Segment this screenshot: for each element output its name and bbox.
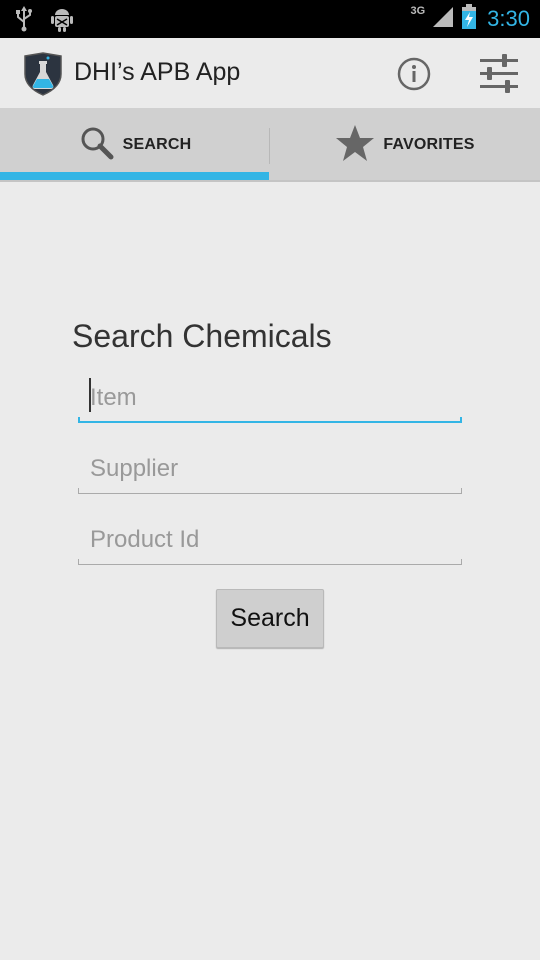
product-id-field-container bbox=[78, 515, 462, 565]
product-id-input[interactable] bbox=[78, 515, 462, 565]
app-title: DHI’s APB App bbox=[74, 58, 241, 86]
selected-tab-indicator bbox=[0, 172, 269, 180]
supplier-input[interactable] bbox=[78, 444, 462, 494]
signal-icon bbox=[431, 5, 455, 34]
star-icon bbox=[335, 123, 375, 168]
network-type-label: 3G bbox=[410, 5, 426, 17]
tab-favorites[interactable]: FAVORITES bbox=[270, 108, 540, 182]
action-bar: DHI’s APB App bbox=[0, 38, 540, 108]
tab-bar: SEARCH FAVORITES bbox=[0, 108, 540, 182]
battery-charging-icon bbox=[461, 3, 477, 35]
search-icon bbox=[79, 125, 115, 166]
usb-icon bbox=[14, 6, 34, 37]
form-title: Search Chemicals bbox=[72, 318, 332, 354]
info-button[interactable] bbox=[392, 56, 436, 92]
item-input[interactable] bbox=[78, 373, 462, 423]
tab-favorites-label: FAVORITES bbox=[383, 136, 475, 153]
info-icon bbox=[392, 57, 436, 96]
settings-sliders-icon bbox=[474, 54, 522, 100]
supplier-input-underline bbox=[78, 488, 462, 494]
search-button[interactable]: Search bbox=[216, 589, 324, 648]
item-input-underline bbox=[78, 417, 462, 423]
item-field-container bbox=[78, 373, 462, 423]
android-debug-icon bbox=[50, 6, 74, 37]
text-cursor bbox=[89, 378, 91, 412]
supplier-field-container bbox=[78, 444, 462, 494]
clock: 3:30 bbox=[487, 6, 530, 31]
shield-flask-icon bbox=[22, 52, 64, 96]
tab-search-label: SEARCH bbox=[122, 136, 192, 153]
product-id-input-underline bbox=[78, 559, 462, 565]
settings-button[interactable] bbox=[474, 52, 522, 96]
tab-search[interactable]: SEARCH bbox=[0, 108, 270, 182]
status-bar: 3G 3:30 bbox=[0, 0, 540, 38]
